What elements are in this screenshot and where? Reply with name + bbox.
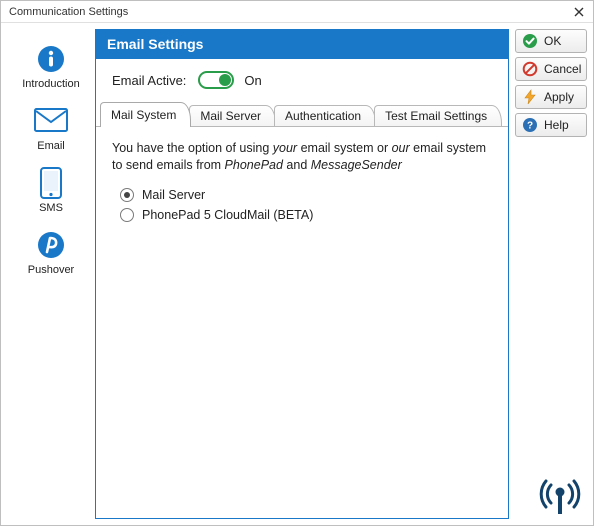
tab-authentication[interactable]: Authentication — [274, 105, 376, 127]
sidebar-item-pushover[interactable]: Pushover — [13, 223, 89, 285]
help-button[interactable]: ? Help — [515, 113, 587, 137]
sidebar-item-label: Email — [37, 140, 65, 152]
tab-label: Mail Server — [200, 109, 261, 123]
info-icon — [34, 42, 68, 76]
apply-button[interactable]: Apply — [515, 85, 587, 109]
cancel-icon — [522, 61, 538, 77]
email-active-row: Email Active: On — [96, 59, 508, 101]
sms-icon — [34, 166, 68, 200]
sidebar-item-label: Introduction — [22, 78, 79, 90]
radio-cloudmail[interactable]: PhonePad 5 CloudMail (BETA) — [120, 208, 492, 222]
sidebar-item-introduction[interactable]: Introduction — [13, 37, 89, 99]
pushover-icon — [34, 228, 68, 262]
tab-mail-system[interactable]: Mail System — [100, 102, 191, 127]
email-active-state: On — [244, 73, 261, 88]
ok-icon — [522, 33, 538, 49]
window-title: Communication Settings — [9, 6, 128, 18]
radio-icon — [120, 188, 134, 202]
text: You have the option of using — [112, 141, 273, 155]
text-emph: MessageSender — [311, 158, 402, 172]
close-button[interactable] — [571, 4, 587, 20]
text: email system or — [297, 141, 391, 155]
text-emph: PhonePad — [225, 158, 283, 172]
tab-test-email-settings[interactable]: Test Email Settings — [374, 105, 502, 127]
dialog-buttons: OK Cancel Apply ? Help — [509, 29, 587, 519]
tab-label: Test Email Settings — [385, 109, 487, 123]
toggle-knob — [219, 74, 231, 86]
button-label: Apply — [544, 90, 580, 104]
radio-label: PhonePad 5 CloudMail (BETA) — [142, 208, 313, 222]
main-panel: Email Settings Email Active: On Mail Sys… — [95, 29, 509, 519]
tab-content-mail-system: You have the option of using your email … — [96, 127, 508, 518]
radio-icon — [120, 208, 134, 222]
svg-text:?: ? — [527, 121, 533, 132]
email-active-toggle[interactable] — [198, 71, 234, 89]
close-icon — [574, 7, 584, 17]
panel-header: Email Settings — [95, 29, 509, 59]
button-label: Cancel — [544, 62, 581, 76]
panel-title: Email Settings — [107, 36, 203, 52]
text: and — [283, 158, 311, 172]
tab-mail-server[interactable]: Mail Server — [189, 105, 276, 127]
tab-label: Authentication — [285, 109, 361, 123]
sidebar: Introduction Email SMS Pushover — [7, 29, 95, 519]
sidebar-item-email[interactable]: Email — [13, 99, 89, 161]
help-icon: ? — [522, 117, 538, 133]
radio-mail-server[interactable]: Mail Server — [120, 188, 492, 202]
sidebar-item-label: SMS — [39, 202, 63, 214]
apply-icon — [522, 89, 538, 105]
mail-system-description: You have the option of using your email … — [112, 140, 492, 174]
radio-label: Mail Server — [142, 188, 205, 202]
text-emph: your — [273, 141, 297, 155]
tab-strip: Mail System Mail Server Authentication T… — [96, 101, 508, 127]
text-emph: our — [392, 141, 410, 155]
tab-label: Mail System — [111, 108, 176, 122]
email-icon — [34, 104, 68, 138]
broadcast-icon — [537, 471, 583, 517]
window-body: Introduction Email SMS Pushover Email Se… — [1, 23, 593, 525]
button-label: Help — [544, 118, 580, 132]
sidebar-item-sms[interactable]: SMS — [13, 161, 89, 223]
ok-button[interactable]: OK — [515, 29, 587, 53]
button-label: OK — [544, 34, 580, 48]
cancel-button[interactable]: Cancel — [515, 57, 587, 81]
sidebar-item-label: Pushover — [28, 264, 74, 276]
title-bar: Communication Settings — [1, 1, 593, 23]
panel-body: Email Active: On Mail System Mail Server… — [95, 59, 509, 519]
email-active-label: Email Active: — [112, 73, 186, 88]
